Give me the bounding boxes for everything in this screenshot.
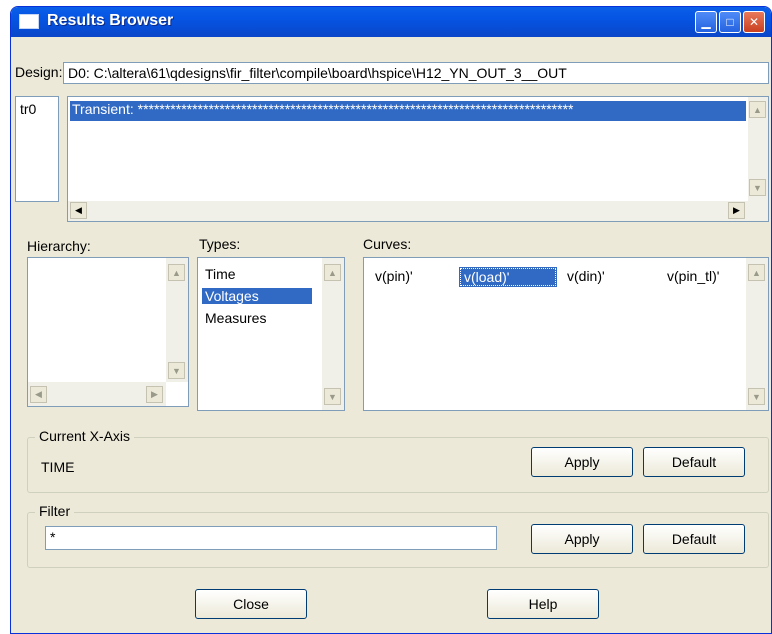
- scroll-right-icon[interactable]: ▶: [146, 386, 163, 403]
- filter-input-value: *: [50, 529, 56, 545]
- curves-label: Curves:: [363, 236, 412, 252]
- minimize-button[interactable]: ▁: [695, 11, 717, 33]
- scroll-up-icon[interactable]: ▲: [749, 101, 766, 118]
- types-list[interactable]: Time Voltages Measures ▲ ▼: [197, 257, 345, 411]
- type-item-voltages[interactable]: Voltages: [202, 288, 312, 304]
- minimize-icon: ▁: [701, 15, 711, 29]
- design-path-field[interactable]: D0: C:\altera\61\qdesigns\fir_filter\com…: [63, 62, 769, 84]
- curve-item-v-din[interactable]: v(din)': [564, 268, 608, 284]
- analysis-id-tr0[interactable]: tr0: [20, 101, 36, 117]
- curves-vertical-scrollbar[interactable]: ▲ ▼: [746, 258, 768, 410]
- types-label: Types:: [199, 236, 241, 252]
- curve-item-v-pin-tl[interactable]: v(pin_tl)': [664, 268, 722, 284]
- scroll-up-icon[interactable]: ▲: [748, 264, 765, 281]
- filter-input[interactable]: *: [45, 526, 497, 550]
- design-label: Design:: [15, 64, 63, 80]
- window-icon: [19, 14, 39, 29]
- analysis-vertical-scrollbar[interactable]: ▲ ▼: [748, 97, 768, 201]
- curve-item-v-pin[interactable]: v(pin)': [372, 268, 416, 284]
- x-axis-value: TIME: [41, 459, 75, 475]
- scroll-up-icon[interactable]: ▲: [324, 264, 341, 281]
- hierarchy-tree[interactable]: ▲ ▼ ◀ ▶: [27, 257, 189, 407]
- hierarchy-horizontal-scrollbar[interactable]: ◀ ▶: [28, 382, 166, 406]
- scroll-up-icon[interactable]: ▲: [168, 264, 185, 281]
- type-item-measures[interactable]: Measures: [202, 310, 312, 326]
- types-vertical-scrollbar[interactable]: ▲ ▼: [322, 258, 344, 410]
- maximize-button[interactable]: □: [719, 11, 741, 33]
- x-axis-group-title: Current X-Axis: [35, 428, 135, 444]
- close-icon: ✕: [748, 15, 760, 29]
- analysis-horizontal-scrollbar[interactable]: ◀ ▶: [68, 201, 768, 221]
- analysis-list[interactable]: Transient: *****************************…: [67, 96, 769, 222]
- scroll-down-icon[interactable]: ▼: [168, 362, 185, 379]
- x-axis-default-button[interactable]: Default: [643, 447, 745, 477]
- filter-default-button[interactable]: Default: [643, 524, 745, 554]
- scroll-left-icon[interactable]: ◀: [70, 202, 87, 219]
- analysis-row-transient[interactable]: Transient: *****************************…: [70, 101, 746, 121]
- scroll-down-icon[interactable]: ▼: [324, 388, 341, 405]
- filter-group-title: Filter: [35, 503, 75, 519]
- help-button[interactable]: Help: [487, 589, 599, 619]
- type-item-time[interactable]: Time: [202, 266, 312, 282]
- close-window-button[interactable]: ✕: [743, 11, 765, 33]
- x-axis-apply-button[interactable]: Apply: [531, 447, 633, 477]
- hierarchy-label: Hierarchy:: [27, 238, 91, 254]
- title-bar[interactable]: Results Browser ▁ □ ✕: [11, 7, 771, 37]
- scroll-right-icon[interactable]: ▶: [728, 202, 745, 219]
- scroll-down-icon[interactable]: ▼: [749, 179, 766, 196]
- curve-item-v-load[interactable]: v(load)': [459, 267, 557, 287]
- maximize-icon: □: [726, 15, 734, 29]
- design-path-value: D0: C:\altera\61\qdesigns\fir_filter\com…: [68, 65, 567, 81]
- window-title: Results Browser: [47, 12, 174, 29]
- scroll-down-icon[interactable]: ▼: [748, 388, 765, 405]
- curves-list[interactable]: v(pin)' v(load)' v(din)' v(pin_tl)' ▲ ▼: [363, 257, 769, 411]
- scroll-left-icon[interactable]: ◀: [30, 386, 47, 403]
- analysis-id-list[interactable]: tr0: [15, 96, 59, 202]
- filter-apply-button[interactable]: Apply: [531, 524, 633, 554]
- close-button[interactable]: Close: [195, 589, 307, 619]
- hierarchy-vertical-scrollbar[interactable]: ▲ ▼: [166, 258, 188, 382]
- results-browser-window: Results Browser ▁ □ ✕ Design: D0: C:\alt…: [10, 6, 772, 634]
